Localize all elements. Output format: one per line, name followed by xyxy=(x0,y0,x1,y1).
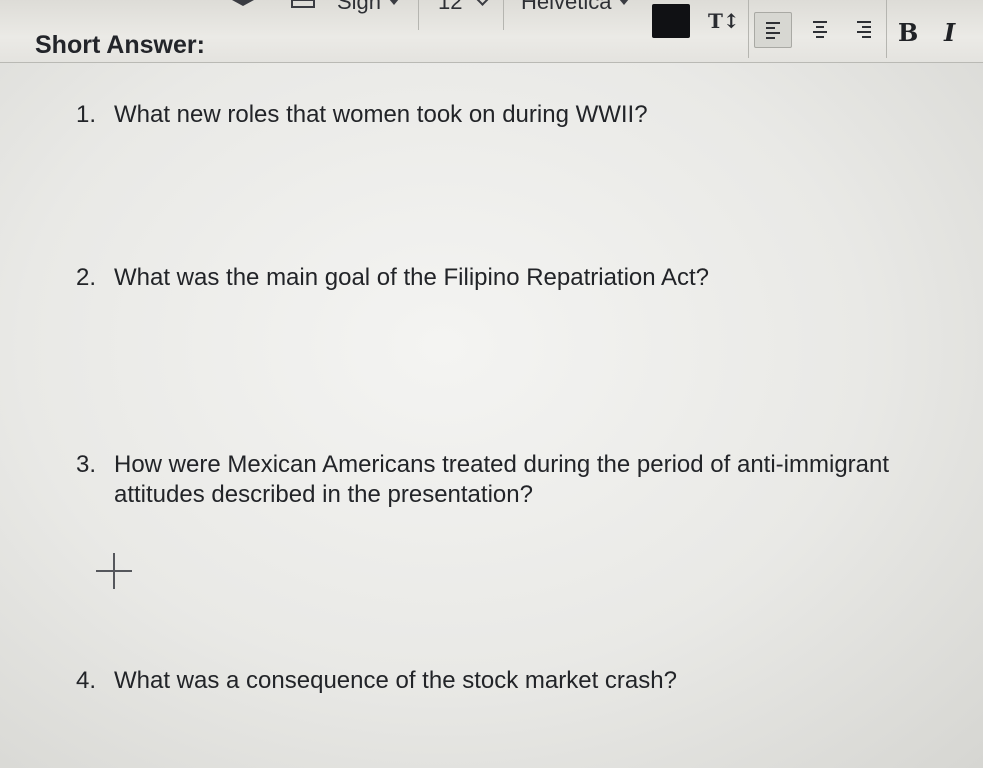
signature-icon[interactable] xyxy=(290,0,318,10)
align-left-button[interactable] xyxy=(754,12,792,48)
toolbar-divider xyxy=(418,0,419,30)
question-text: What new roles that women took on during… xyxy=(114,101,648,128)
font-family-select[interactable]: Helvetica xyxy=(521,0,630,30)
toolbar-divider xyxy=(503,0,504,30)
italic-icon[interactable]: I xyxy=(944,18,955,47)
dropdown-caret-icon xyxy=(619,0,630,5)
font-family-value: Helvetica xyxy=(521,0,612,14)
dropdown-caret-icon xyxy=(389,0,400,5)
align-right-button[interactable] xyxy=(846,12,882,46)
partial-toolbar-icon xyxy=(232,0,254,6)
toolbar-divider xyxy=(748,0,749,58)
text-size-icon[interactable]: T↕ xyxy=(708,9,740,33)
question-number: 3. xyxy=(76,451,97,478)
font-size-select[interactable]: 12 xyxy=(438,0,490,30)
toolbar-divider xyxy=(886,0,887,58)
text-color-swatch[interactable] xyxy=(652,4,690,38)
question-item: 2. What was the main goal of the Filipin… xyxy=(76,263,944,293)
section-heading: Short Answer: xyxy=(35,31,205,59)
question-item: 4. What was a consequence of the stock m… xyxy=(76,666,944,696)
question-number: 1. xyxy=(76,101,97,128)
crosshair-cursor-icon xyxy=(96,553,132,589)
question-item: 1. What new roles that women took on dur… xyxy=(76,100,944,130)
font-size-value: 12 xyxy=(438,0,463,14)
question-item: 3. How were Mexican Americans treated du… xyxy=(76,450,944,510)
question-text: What was the main goal of the Filipino R… xyxy=(114,264,709,291)
bold-icon[interactable]: B xyxy=(898,18,918,47)
question-text: How were Mexican Americans treated durin… xyxy=(114,451,890,508)
align-right-icon xyxy=(857,20,871,38)
align-center-button[interactable] xyxy=(802,12,838,46)
sign-dropdown[interactable]: Sign xyxy=(337,0,400,30)
question-number: 2. xyxy=(76,264,97,291)
align-center-icon xyxy=(813,20,827,38)
sign-label: Sign xyxy=(337,0,382,14)
chevron-down-icon xyxy=(476,0,490,6)
question-number: 4. xyxy=(76,667,97,694)
align-left-icon xyxy=(766,21,780,39)
question-text: What was a consequence of the stock mark… xyxy=(114,667,677,694)
